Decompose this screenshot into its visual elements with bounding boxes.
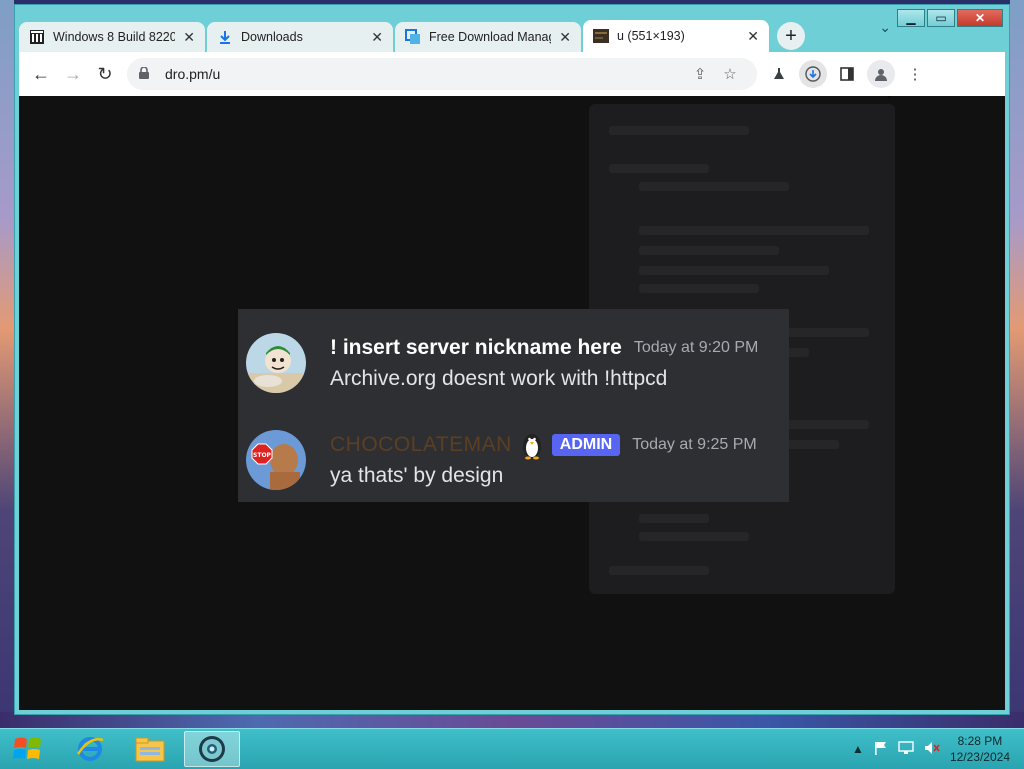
mouse-cursor-icon [881, 96, 895, 103]
fdm-icon [405, 29, 421, 45]
tab-windows8-build[interactable]: Windows 8 Build 8220 ✕ [19, 22, 205, 52]
cartoon-avatar [246, 333, 306, 393]
penguin-emoji-icon [520, 430, 544, 460]
network-icon[interactable] [898, 740, 914, 758]
message-author[interactable]: CHOCOLATEMAN [330, 433, 512, 457]
svg-text:STOP: STOP [253, 452, 272, 459]
browser-toolbar: ← → ↻ dro.pm/u ⇪ ☆ ⋮ [19, 52, 1005, 96]
system-tray: ▲ 8:28 PM 12/23/2024 [852, 729, 1010, 769]
taskbar: ▲ 8:28 PM 12/23/2024 [0, 728, 1024, 769]
maximize-button[interactable]: ▭ [927, 9, 955, 27]
download-icon [217, 29, 233, 45]
close-button[interactable]: ✕ [957, 9, 1003, 27]
url-text[interactable]: dro.pm/u [165, 66, 220, 82]
tab-title: Downloads [241, 30, 303, 44]
message-author[interactable]: ! insert server nickname here [330, 336, 622, 360]
chrome-taskbar-icon[interactable] [184, 731, 240, 767]
desktop-wallpaper-left [0, 0, 14, 730]
volume-muted-icon[interactable] [924, 741, 940, 758]
lock-icon[interactable] [139, 65, 157, 82]
bookmark-star-icon[interactable]: ☆ [715, 65, 745, 83]
tab-downloads[interactable]: Downloads ✕ [207, 22, 393, 52]
forward-arrow-icon[interactable]: → [57, 58, 89, 90]
stop-sign-avatar: STOP [246, 430, 306, 490]
tab-title: Windows 8 Build 8220 [53, 30, 176, 44]
message-2: STOP CHOCOLATEMAN ADMIN Today at 9:25 PM… [246, 430, 757, 490]
admin-badge: ADMIN [551, 434, 621, 456]
window-controls: ▁ ▭ ✕ [897, 9, 1003, 27]
tab-free-download-manager[interactable]: Free Download Manag ✕ [395, 22, 581, 52]
reload-icon[interactable]: ↻ [89, 58, 121, 90]
toolbar-actions: ⋮ [765, 60, 929, 88]
close-tab-icon[interactable]: ✕ [747, 28, 759, 45]
message-1: ! insert server nickname here Today at 9… [246, 333, 758, 393]
side-panel-icon[interactable] [833, 60, 861, 88]
address-bar[interactable]: dro.pm/u ⇪ ☆ [127, 58, 757, 90]
share-icon[interactable]: ⇪ [685, 65, 715, 83]
new-tab-button[interactable]: + [777, 22, 805, 50]
message-timestamp: Today at 9:20 PM [633, 339, 759, 356]
message-timestamp: Today at 9:25 PM [632, 436, 757, 453]
tab-search-chevron-icon[interactable]: ⌄ [879, 19, 891, 36]
tab-title: u (551×193) [617, 29, 685, 43]
windows-logo-icon [13, 737, 41, 759]
taskbar-clock[interactable]: 8:28 PM 12/23/2024 [950, 733, 1010, 765]
archive-icon [29, 29, 45, 45]
clock-date: 12/23/2024 [949, 750, 1010, 764]
message-text: Archive.org doesnt work with !httpcd [330, 367, 668, 390]
tab-title: Free Download Manag [429, 30, 552, 44]
start-button[interactable] [4, 731, 52, 767]
close-tab-icon[interactable]: ✕ [371, 29, 383, 46]
file-explorer-icon[interactable] [122, 731, 178, 767]
page-content: ! insert server nickname here Today at 9… [19, 96, 1005, 710]
menu-kebab-icon[interactable]: ⋮ [901, 60, 929, 88]
extension-download-icon[interactable] [799, 60, 827, 88]
close-tab-icon[interactable]: ✕ [183, 29, 195, 46]
minimize-button[interactable]: ▁ [897, 9, 925, 27]
labs-flask-icon[interactable] [765, 60, 793, 88]
clock-time: 8:28 PM [957, 734, 1003, 748]
browser-window: ⌄ ▁ ▭ ✕ Windows 8 Build 8220 ✕ Downloads… [14, 4, 1010, 715]
image-thumb-icon [593, 28, 609, 44]
internet-explorer-icon[interactable] [62, 731, 118, 767]
desktop-wallpaper-right [1010, 0, 1024, 730]
tab-image-u[interactable]: u (551×193) ✕ [583, 20, 769, 52]
profile-avatar-icon[interactable] [867, 60, 895, 88]
message-text: ya thats' by design [330, 464, 504, 487]
show-hidden-icons-icon[interactable]: ▲ [852, 742, 864, 756]
close-tab-icon[interactable]: ✕ [559, 29, 571, 46]
back-arrow-icon[interactable]: ← [25, 58, 57, 90]
action-center-flag-icon[interactable] [874, 741, 888, 758]
tab-strip: Windows 8 Build 8220 ✕ Downloads ✕ Free … [19, 20, 805, 52]
discord-message-image: ! insert server nickname here Today at 9… [238, 309, 789, 502]
